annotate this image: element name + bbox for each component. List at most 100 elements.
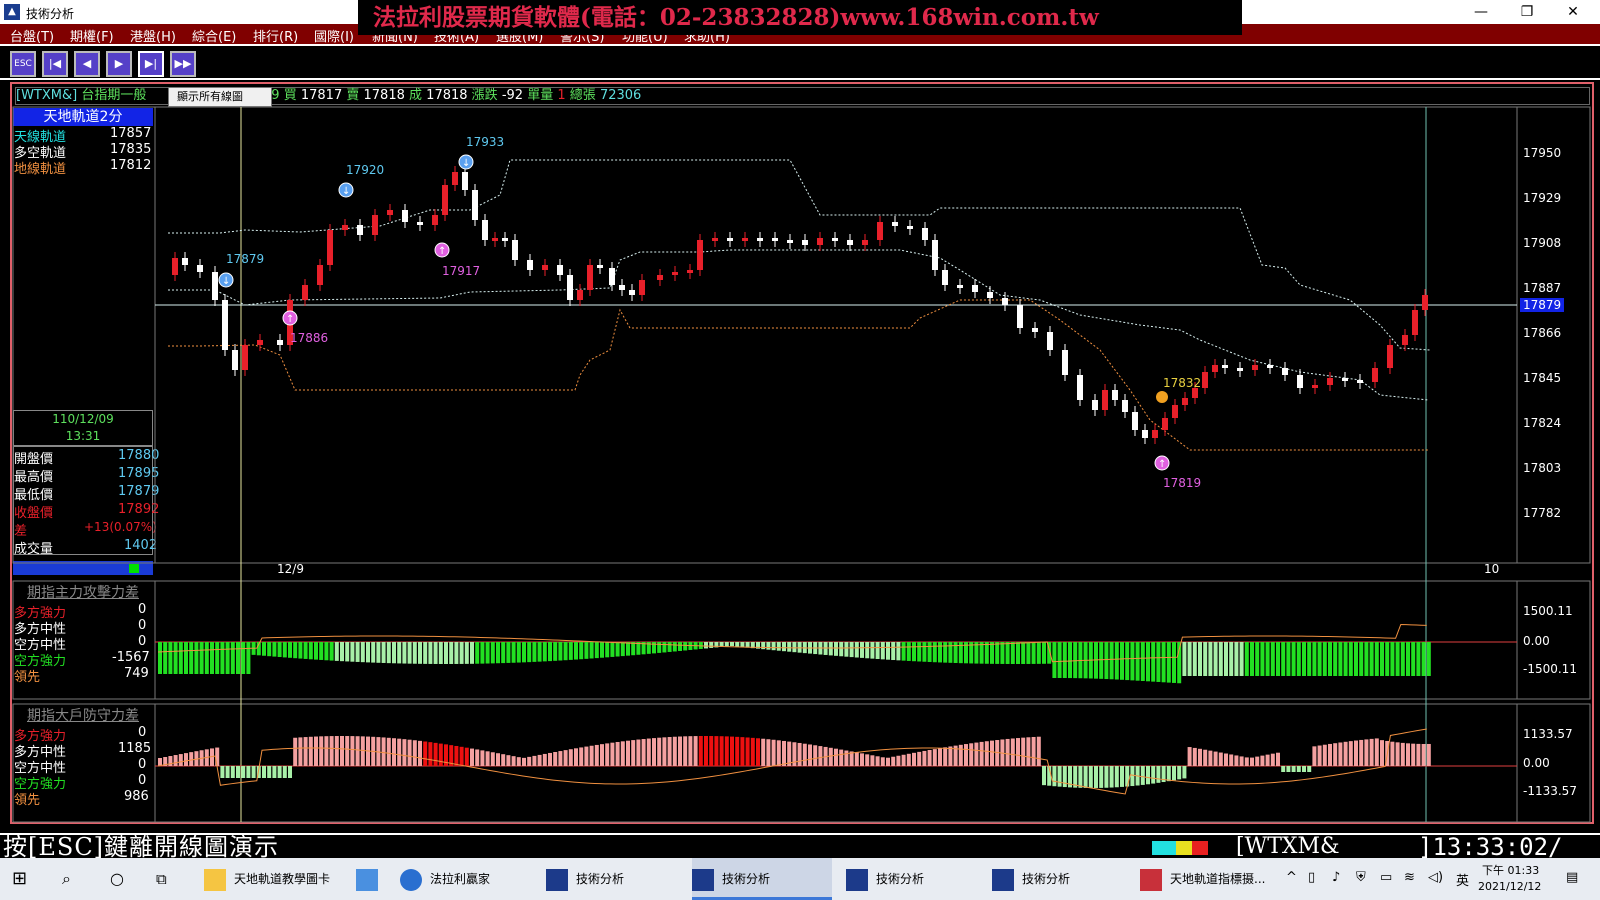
tray-chevron-icon[interactable]: ^ [1286, 870, 1297, 885]
first-button[interactable]: |◀ [42, 51, 68, 77]
open-label: 開盤價 [14, 452, 54, 467]
taskbar-item-tech3[interactable]: 技術分析 [846, 858, 976, 900]
price-tick: 17803 [1523, 461, 1562, 475]
status-swatch [1176, 841, 1192, 855]
quote-buy-label: 買 [283, 88, 297, 103]
start-button[interactable]: ⊞ [12, 858, 46, 900]
current-price-tag: 17879 [1520, 298, 1565, 312]
mid-band-value: 17835 [110, 142, 152, 157]
last-button[interactable]: ▶| [138, 51, 164, 77]
sub1-tick: 1500.11 [1523, 604, 1573, 618]
search-icon[interactable]: ⌕ [62, 858, 92, 900]
sub1-title: 期指主力攻擊力差 [27, 585, 139, 601]
chart-app-icon [992, 868, 1014, 891]
quote-vol-label: 單量 [527, 88, 554, 103]
monitor-icon [356, 868, 378, 891]
quote-buy: 17817 [300, 88, 343, 103]
task-view-icon[interactable]: ⧉ [156, 858, 186, 900]
prev-button[interactable]: ◀ [74, 51, 100, 77]
cortana-icon[interactable]: ○ [110, 858, 140, 900]
sub2-row-value: 0 [138, 773, 147, 788]
quote-change: -92 [501, 88, 524, 103]
chart-frame [10, 82, 1594, 824]
close-value: 17892 [118, 502, 160, 517]
status-bar: 按[ESC]鍵離開線圖演示 [WTXM& ]13:33:02/ [0, 833, 1600, 861]
tray-security-icon[interactable]: ⛨ [1356, 870, 1366, 885]
progress-marker [129, 564, 139, 573]
tray-mic-icon[interactable]: ♪ [1332, 870, 1340, 885]
quote-name: 台指期一般 [81, 88, 147, 103]
quote-deal-label: 成 [409, 88, 423, 103]
sub1-row-value: -1567 [112, 650, 150, 665]
quote-change-label: 漲跌 [471, 88, 498, 103]
restore-button[interactable]: ❐ [1504, 0, 1550, 24]
price-tick: 17887 [1523, 281, 1562, 295]
toolbar: ESC |◀ ◀ ▶ ▶| ▶▶ [0, 44, 1600, 80]
quote-sell-label: 賣 [346, 88, 360, 103]
volume-label: 成交量 [14, 542, 54, 557]
menu-ranking[interactable]: 排行(R) [253, 26, 298, 45]
taskbar-item-recorder[interactable]: 天地軌道指標摄... [1140, 858, 1300, 900]
advert-banner: 法拉利股票期貨軟體(電話：02-23832828)www.168win.com.… [358, 0, 1242, 35]
peak-label-17879: 17879 [226, 252, 265, 266]
taskbar-item-ferrari[interactable]: 法拉利贏家 [400, 858, 530, 900]
tray-volume-icon[interactable]: ◁) [1428, 870, 1443, 885]
sub1-row-label: 領先 [14, 670, 41, 685]
folder-icon [204, 868, 226, 891]
volume-value: 1402 [124, 538, 158, 553]
price-tick: 17950 [1523, 146, 1562, 160]
sub2-tick: 1133.57 [1523, 727, 1573, 741]
taskbar-item-tech2[interactable]: 技術分析 [692, 858, 832, 900]
app-globe-icon [400, 868, 422, 891]
progress-strip [13, 561, 153, 575]
play-button[interactable]: ▶ [106, 51, 132, 77]
high-value: 17895 [118, 466, 160, 481]
sub2-tick: 0.00 [1523, 756, 1550, 770]
date-box: 110/12/09 13:31 [13, 410, 153, 446]
menu-composite[interactable]: 綜合(E) [192, 26, 236, 45]
close-label: 收盤價 [14, 506, 54, 521]
taskbar-item-monitor[interactable] [356, 858, 384, 900]
esc-button[interactable]: ESC [10, 51, 36, 77]
quote-symbol: [WTXM&] [16, 88, 78, 103]
high-label: 最高價 [14, 470, 54, 485]
quote-deal: 17818 [426, 88, 468, 103]
price-tick: 17845 [1523, 371, 1562, 385]
peak-label-17933: 17933 [466, 135, 505, 149]
price-tick: 17908 [1523, 236, 1562, 250]
sub1-row-value: 0 [138, 634, 147, 649]
tooltip-show-all: 顯示所有線圖 [168, 87, 272, 107]
status-clock: ]13:33:02/ [1418, 833, 1563, 861]
tray-wifi-icon[interactable]: ≋ [1404, 870, 1415, 885]
quote-sell: 17818 [363, 88, 405, 103]
close-button[interactable]: ✕ [1550, 0, 1596, 24]
tray-time[interactable]: 下午 01:33 [1482, 862, 1539, 878]
trough-label-17917: 17917 [442, 264, 481, 278]
open-value: 17880 [118, 448, 160, 463]
status-swatch [1152, 841, 1176, 855]
minimize-button[interactable]: — [1458, 0, 1504, 24]
sub2-title: 期指大戶防守力差 [27, 708, 139, 724]
taskbar-item-tech4[interactable]: 技術分析 [992, 858, 1122, 900]
trough-label-17819: 17819 [1163, 476, 1202, 490]
status-swatch [1192, 841, 1208, 855]
tray-device-icon[interactable]: ▯ [1308, 870, 1315, 885]
menu-options[interactable]: 期權(F) [70, 26, 114, 45]
tray-date[interactable]: 2021/12/12 [1478, 880, 1541, 893]
menu-taiwan[interactable]: 台盤(T) [10, 26, 54, 45]
sub1-tick: -1500.11 [1523, 662, 1577, 676]
tray-ime[interactable]: 英 [1456, 870, 1469, 889]
menu-hk[interactable]: 港盤(H) [130, 26, 176, 45]
date-axis-right: 10 [1484, 562, 1500, 576]
sub1-tick: 0.00 [1523, 634, 1550, 648]
tray-battery-icon[interactable]: ▭ [1380, 870, 1392, 885]
show-all-button[interactable]: ▶▶ [170, 51, 196, 77]
taskbar-item-tech1[interactable]: 技術分析 [546, 858, 676, 900]
sub2-tick: -1133.57 [1523, 784, 1577, 798]
diff-label: 差 [14, 524, 28, 539]
menu-intl[interactable]: 國際(I) [314, 26, 354, 45]
diff-value: +13(0.07%) [84, 520, 157, 534]
lower-band-label: 地線軌道 [14, 162, 67, 177]
taskbar-item-folder[interactable]: 天地軌道教學圖卡 [204, 858, 344, 900]
notification-icon[interactable]: ▤ [1566, 870, 1578, 885]
